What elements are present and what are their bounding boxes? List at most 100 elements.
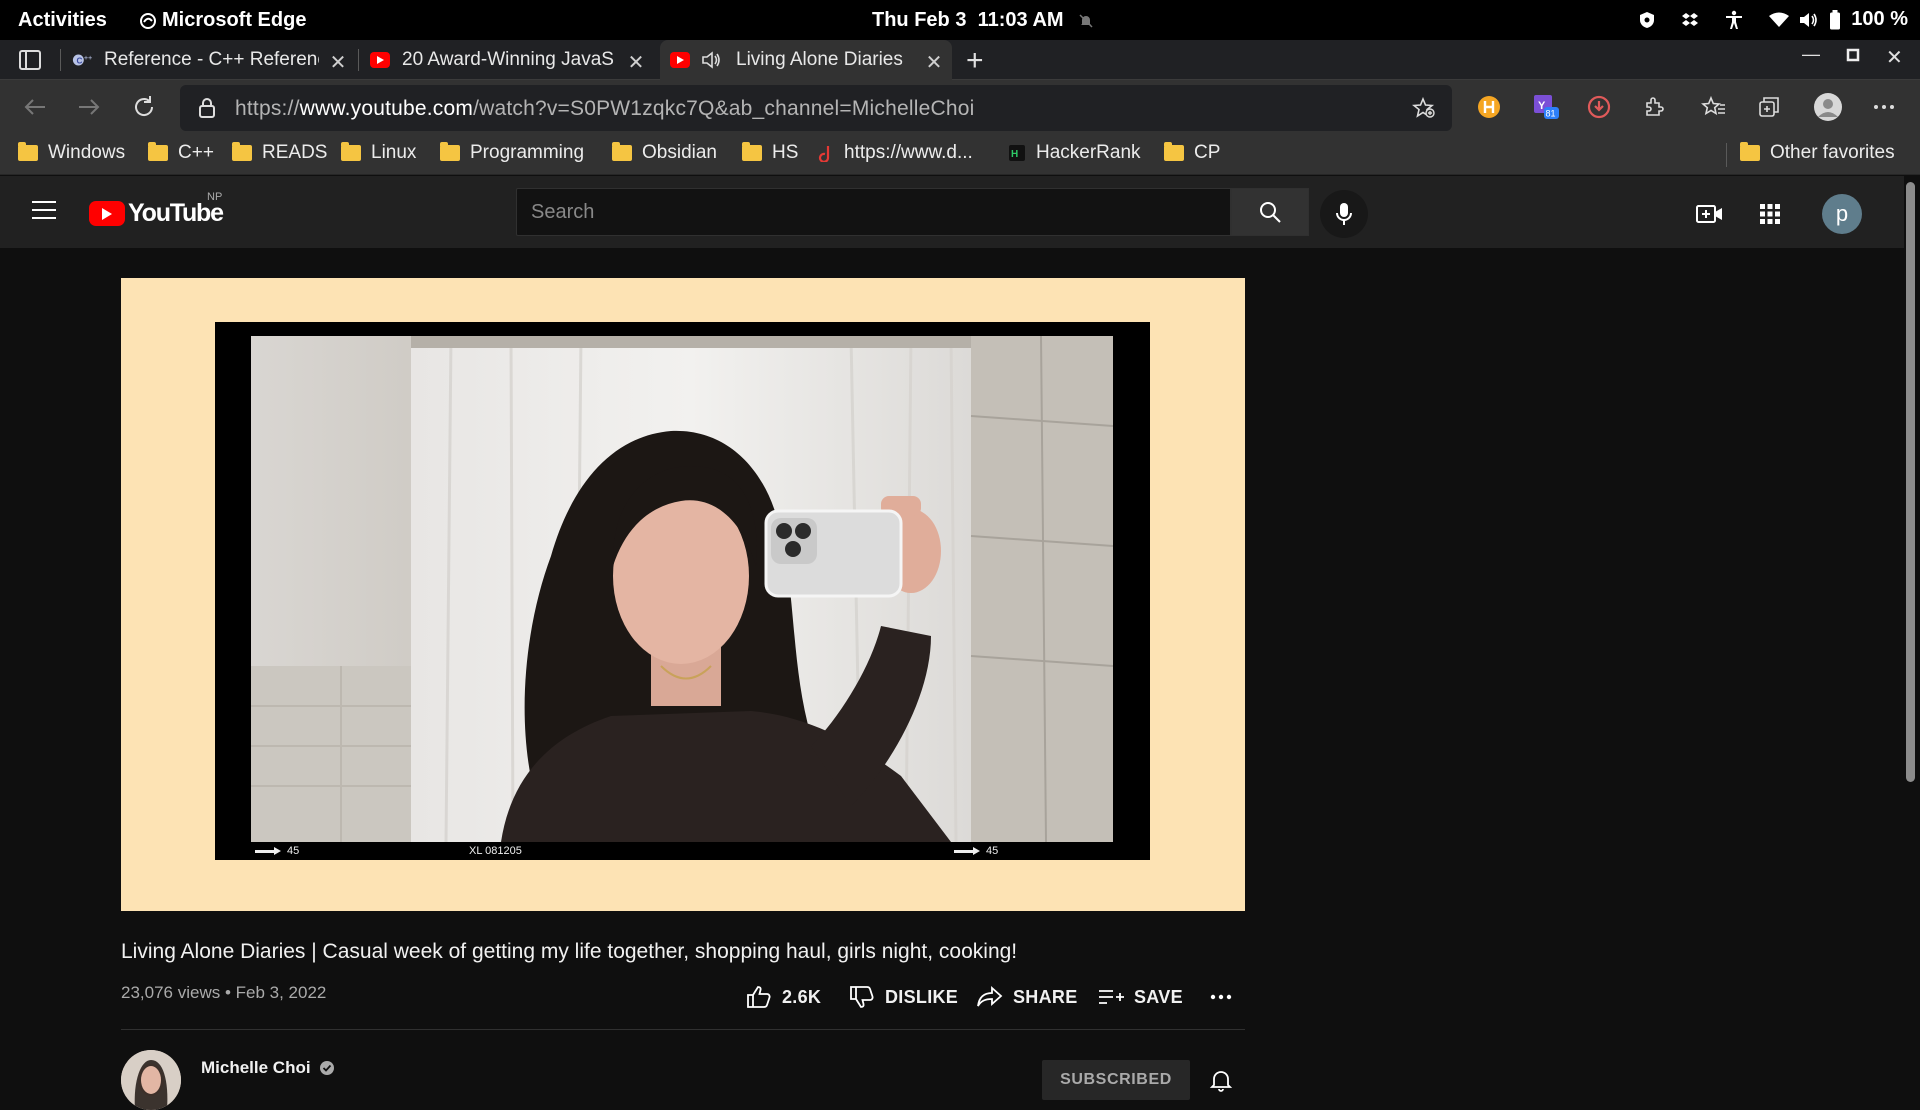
- view-count: 23,076 views: [121, 983, 221, 1002]
- youtube-icon: [670, 52, 690, 68]
- close-tab-icon[interactable]: ✕: [328, 50, 348, 75]
- extensions-icon[interactable]: [1640, 93, 1668, 121]
- clock[interactable]: Thu Feb 3 11:03 AM: [872, 9, 1094, 32]
- bookmark-folder-windows[interactable]: Windows: [18, 142, 125, 164]
- video-frame-image: [251, 336, 1113, 842]
- youtube-logo[interactable]: YouTube NP: [89, 191, 224, 228]
- vpn-shield-icon: [1639, 11, 1655, 29]
- tab-cplusplus-reference[interactable]: C ++ Reference - C++ Referenc ✕: [66, 40, 356, 80]
- maximize-icon[interactable]: [1846, 46, 1860, 67]
- guide-menu-icon[interactable]: [32, 201, 56, 219]
- cplusplus-icon: C ++: [72, 52, 92, 68]
- channel-name[interactable]: Michelle Choi: [201, 1058, 335, 1078]
- scrollbar-thumb[interactable]: [1906, 182, 1915, 782]
- tab-javascript-video[interactable]: 20 Award-Winning JavaS ✕: [364, 40, 654, 80]
- time-label: 11:03 AM: [977, 9, 1064, 31]
- folder-icon: [1164, 142, 1184, 161]
- share-button[interactable]: SHARE: [977, 983, 1078, 1011]
- tab-title: 20 Award-Winning JavaS: [402, 49, 614, 70]
- notification-bell-icon[interactable]: [1209, 1068, 1233, 1092]
- minimize-icon[interactable]: —: [1802, 44, 1820, 65]
- bookmark-folder-cpp[interactable]: C++: [148, 142, 214, 164]
- search-box[interactable]: [516, 188, 1231, 236]
- bookmark-folder-linux[interactable]: Linux: [341, 142, 416, 164]
- close-tab-icon[interactable]: ✕: [924, 50, 944, 75]
- like-button[interactable]: 2.6K: [746, 983, 821, 1011]
- bookmark-link[interactable]: https://www.d...: [818, 142, 973, 164]
- system-tray[interactable]: 100 %: [1639, 8, 1908, 31]
- lock-icon[interactable]: [198, 98, 216, 118]
- url-text[interactable]: https://www.youtube.com/watch?v=S0PW1zqk…: [235, 97, 974, 121]
- honey-extension-icon[interactable]: [1475, 93, 1503, 121]
- create-video-icon[interactable]: [1696, 200, 1724, 228]
- bookmark-folder-reads[interactable]: READS: [232, 142, 327, 164]
- folder-icon: [440, 142, 460, 161]
- thumbs-up-icon: [747, 986, 771, 1008]
- voice-search-button[interactable]: [1320, 190, 1368, 238]
- share-label: SHARE: [1013, 986, 1078, 1007]
- publish-date: Feb 3, 2022: [235, 983, 327, 1002]
- system-top-bar: Activities Microsoft Edge Thu Feb 3 11:0…: [0, 0, 1920, 40]
- battery-percent: 100 %: [1851, 8, 1908, 30]
- save-label: SAVE: [1134, 986, 1183, 1007]
- more-actions-button[interactable]: [1210, 983, 1242, 1011]
- account-avatar[interactable]: p: [1822, 194, 1862, 234]
- video-player[interactable]: 45 XL 081205 45: [121, 278, 1245, 911]
- audio-playing-icon[interactable]: [702, 51, 724, 69]
- dislike-button[interactable]: DISLIKE: [849, 983, 958, 1011]
- folder-icon: [1740, 142, 1760, 161]
- section-divider: [121, 1029, 1245, 1030]
- dislike-label: DISLIKE: [885, 986, 959, 1007]
- like-count: 2.6K: [782, 986, 822, 1007]
- app-menu[interactable]: Microsoft Edge: [140, 9, 306, 32]
- add-favorite-icon[interactable]: [1412, 97, 1436, 119]
- close-tab-icon[interactable]: ✕: [626, 50, 646, 75]
- refresh-icon[interactable]: [129, 92, 159, 122]
- tab-actions-icon[interactable]: [18, 49, 42, 71]
- app-name: Microsoft Edge: [162, 9, 307, 31]
- search-input[interactable]: [517, 189, 1230, 235]
- save-button[interactable]: SAVE: [1098, 983, 1183, 1011]
- address-bar[interactable]: https://www.youtube.com/watch?v=S0PW1zqk…: [180, 85, 1452, 131]
- back-icon[interactable]: [20, 92, 50, 122]
- bookmark-hackerrank[interactable]: H HackerRank: [1008, 142, 1141, 164]
- profile-icon[interactable]: [1812, 91, 1844, 123]
- download-extension-icon[interactable]: [1585, 93, 1613, 121]
- tab-title: Reference - C++ Referenc: [104, 49, 319, 70]
- youtube-header: YouTube NP p: [0, 176, 1904, 248]
- date-label: Thu Feb 3: [872, 9, 967, 31]
- bookmark-other-favorites[interactable]: Other favorites: [1740, 142, 1895, 164]
- activities-button[interactable]: Activities: [18, 9, 107, 32]
- favorites-icon[interactable]: [1700, 93, 1728, 121]
- share-icon: [977, 986, 1003, 1007]
- folder-icon: [742, 142, 762, 161]
- collections-icon[interactable]: [1755, 93, 1783, 121]
- bookmark-folder-programming[interactable]: Programming: [440, 142, 584, 164]
- add-to-playlist-icon: [1099, 990, 1124, 1004]
- folder-icon: [612, 142, 632, 161]
- do-not-disturb-icon: [1079, 13, 1093, 28]
- new-tab-icon[interactable]: +: [966, 44, 984, 78]
- forward-icon[interactable]: [74, 92, 104, 122]
- channel-avatar[interactable]: [121, 1050, 181, 1110]
- tab-living-alone-diaries[interactable]: Living Alone Diaries ✕: [660, 40, 952, 80]
- apps-grid-icon[interactable]: [1756, 200, 1784, 228]
- close-window-icon[interactable]: ✕: [1886, 45, 1903, 70]
- film-frame-number-left: 45: [255, 845, 299, 857]
- bookmark-folder-cp[interactable]: CP: [1164, 142, 1220, 164]
- svg-text:H: H: [1011, 149, 1018, 160]
- folder-icon: [232, 142, 252, 161]
- country-code: NP: [207, 191, 223, 203]
- wifi-icon: [1769, 12, 1790, 27]
- search-button[interactable]: [1231, 188, 1309, 236]
- more-options-icon[interactable]: [1870, 93, 1898, 121]
- verified-icon: [319, 1061, 334, 1075]
- folder-icon: [341, 142, 361, 161]
- yaml-extension-icon[interactable]: Y 81: [1532, 93, 1560, 121]
- subscribe-button[interactable]: SUBSCRIBED: [1042, 1060, 1190, 1100]
- bookmarks-bar: Windows C++ READS Linux Programming Obsi…: [0, 135, 1920, 175]
- film-frame-number-right: 45: [954, 845, 998, 857]
- bookmark-folder-obsidian[interactable]: Obsidian: [612, 142, 717, 164]
- bookmark-folder-hs[interactable]: HS: [742, 142, 798, 164]
- svg-text:C: C: [77, 57, 83, 66]
